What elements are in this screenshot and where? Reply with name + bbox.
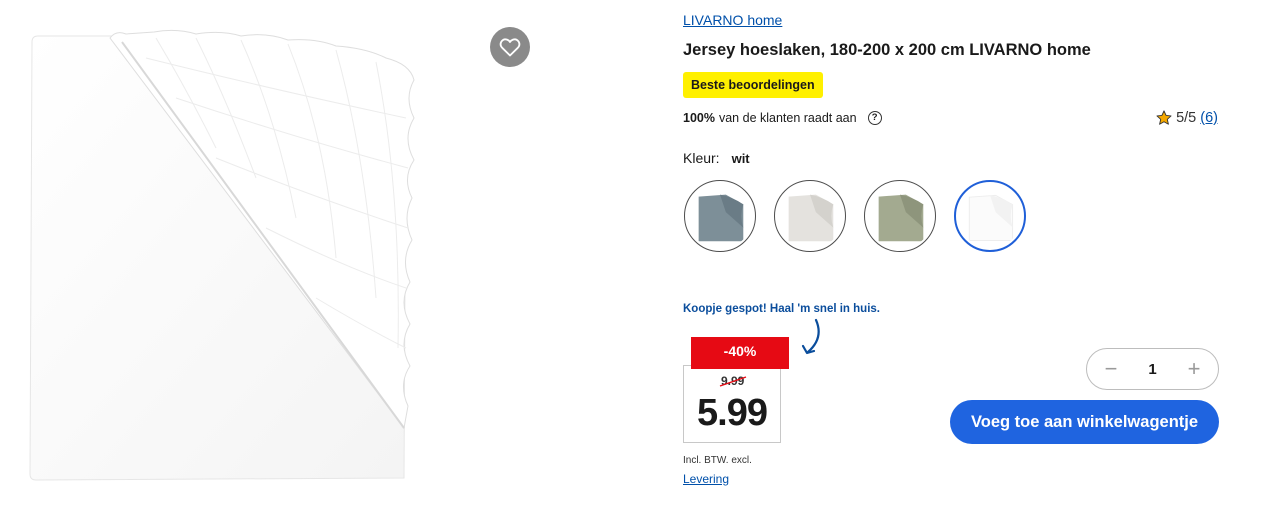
color-selector-label: Kleur: wit [683,150,750,167]
delivery-link[interactable]: Levering [683,472,729,486]
strikethrough-line [719,376,747,387]
sheet-swatch-image [958,184,1022,248]
color-swatch-lichtgrijs[interactable] [774,180,846,252]
heart-icon [499,38,521,57]
increase-quantity-button[interactable]: + [1182,356,1206,381]
rating-summary: 5/5 (6) [1155,109,1218,127]
current-price: 5.99 [697,392,768,434]
wishlist-button[interactable] [490,27,530,67]
add-to-cart-button[interactable]: Voeg toe aan winkelwagentje [950,400,1219,444]
promo-text: Koopje gespot! Haal 'm snel in huis. [683,303,880,315]
color-label: Kleur: [683,150,720,166]
rating-value: 5/5 [1176,110,1197,126]
fitted-sheet-illustration [29,29,415,481]
sheet-swatch-image [777,183,843,249]
tax-note: Incl. BTW. excl. [683,455,752,466]
sheet-swatch-image [687,183,753,249]
star-icon [1156,110,1172,125]
curved-arrow-icon [801,318,820,355]
quantity-stepper: − + [1086,348,1219,390]
decrease-quantity-button[interactable]: − [1099,356,1123,381]
price-box: 9.99 5.99 [683,365,781,443]
color-swatch-blauwgrijs[interactable] [684,180,756,252]
brand-link[interactable]: LIVARNO home [683,12,782,28]
product-image[interactable] [26,28,418,484]
recommend-percentage: 100% [683,111,715,125]
discount-badge: -40% [691,337,789,369]
help-icon[interactable]: ? [867,111,882,125]
color-value: wit [731,151,750,166]
review-count-link[interactable]: (6) [1200,110,1218,126]
quantity-input[interactable] [1132,360,1173,378]
recommend-text: van de klanten raadt aan [718,111,857,125]
recommendation-info: 100% van de klanten raadt aan ? [683,111,882,125]
sheet-swatch-image [867,183,933,249]
best-rated-badge: Beste beoordelingen [683,72,823,98]
color-swatch-wit[interactable] [954,180,1026,252]
color-swatch-groen[interactable] [864,180,936,252]
product-title: Jersey hoeslaken, 180-200 x 200 cm LIVAR… [683,41,1091,59]
